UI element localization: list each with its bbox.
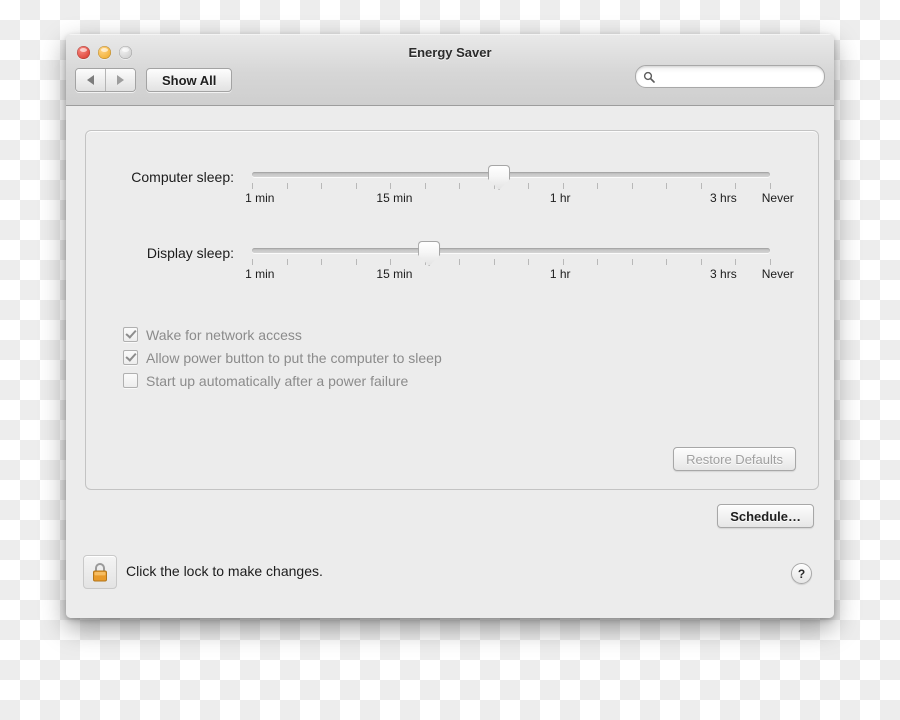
schedule-button[interactable]: Schedule… [717,504,814,528]
window-footer: Click the lock to make changes. ? [66,533,834,618]
slider-scale-label: 15 min [376,191,413,205]
computer-sleep-slider[interactable]: 1 min 15 min 1 hr 3 hrs Never [245,163,794,219]
navigation-buttons [75,68,136,92]
checkbox-row-start-up-after-power-failure[interactable]: Start up automatically after a power fai… [123,369,442,392]
slider-scale-label: 3 hrs [710,267,737,281]
computer-sleep-scale: 1 min 15 min 1 hr 3 hrs Never [245,191,794,207]
slider-scale-label: 15 min [376,267,413,281]
slider-tick [252,183,253,189]
slider-scale-label: 3 hrs [710,191,737,205]
search-field[interactable] [635,65,825,88]
slider-tick [286,259,288,265]
slider-tick [321,259,323,265]
restore-defaults-button[interactable]: Restore Defaults [673,447,796,471]
slider-ticks [252,259,771,265]
slider-track[interactable] [252,248,770,253]
slider-tick [528,259,530,265]
options-checkbox-group: Wake for network access Allow power butto… [123,323,442,392]
slider-tick [700,183,702,189]
slider-tick [666,183,668,189]
checkbox-label: Start up automatically after a power fai… [146,372,409,389]
slider-ticks [252,183,771,189]
search-icon [643,71,655,83]
slider-tick [493,259,495,265]
slider-scale-label: 1 min [245,267,275,281]
slider-tick [700,259,702,265]
show-all-button[interactable]: Show All [146,68,233,92]
checkbox-wake-for-network-access[interactable] [123,327,138,342]
slider-tick [355,259,357,265]
slider-scale-label: Never [761,191,794,205]
slider-tick [459,183,461,189]
slider-tick [597,183,599,189]
lock-hint-text: Click the lock to make changes. [126,563,323,579]
slider-tick [666,259,668,265]
slider-tick [286,183,288,189]
lock-button[interactable] [83,555,117,589]
checkbox-label: Allow power button to put the computer t… [146,349,442,366]
checkbox-label: Wake for network access [146,326,302,343]
slider-tick [735,183,737,189]
slider-tick [321,183,323,189]
slider-tick [597,259,599,265]
slider-tick [631,259,633,265]
slider-tick [355,183,357,189]
window-title: Energy Saver [408,45,492,60]
slider-tick [735,259,737,265]
slider-tick [562,183,564,189]
slider-tick [631,183,633,189]
slider-tick [390,259,392,265]
slider-tick [770,183,771,189]
display-sleep-scale: 1 min 15 min 1 hr 3 hrs Never [245,267,794,283]
lock-closed-icon [93,563,107,582]
triangle-right-icon [117,75,124,85]
display-sleep-slider[interactable]: 1 min 15 min 1 hr 3 hrs Never [245,239,794,295]
slider-scale-label: Never [761,267,794,281]
energy-settings-group: Computer sleep: 1 min 15 min 1 hr 3 hrs Neve… [85,130,819,490]
slider-tick [390,183,392,189]
slider-tick [562,259,564,265]
slider-scale-label: 1 min [245,191,275,205]
preferences-content: Computer sleep: 1 min 15 min 1 hr 3 hrs Neve… [66,106,834,618]
forward-button[interactable] [105,69,135,91]
slider-scale-label: 1 hr [549,191,571,205]
computer-sleep-label: Computer sleep: [131,169,234,185]
triangle-left-icon [87,75,94,85]
slider-tick [424,183,426,189]
search-input[interactable] [658,68,812,85]
slider-tick [459,259,461,265]
slider-tick [252,259,253,265]
checkbox-row-wake-for-network-access[interactable]: Wake for network access [123,323,442,346]
checkbox-allow-power-button-sleep[interactable] [123,350,138,365]
slider-scale-label: 1 hr [549,267,571,281]
checkbox-row-allow-power-button-sleep[interactable]: Allow power button to put the computer t… [123,346,442,369]
energy-saver-window: Energy Saver Show All Computer sleep: 1 … [66,34,834,618]
display-sleep-label: Display sleep: [146,245,234,261]
window-titlebar: Energy Saver Show All [66,34,834,106]
checkbox-start-up-after-power-failure[interactable] [123,373,138,388]
slider-track[interactable] [252,172,770,177]
back-button[interactable] [76,69,105,91]
slider-tick [528,183,530,189]
slider-tick [770,259,771,265]
help-button[interactable]: ? [791,563,812,584]
